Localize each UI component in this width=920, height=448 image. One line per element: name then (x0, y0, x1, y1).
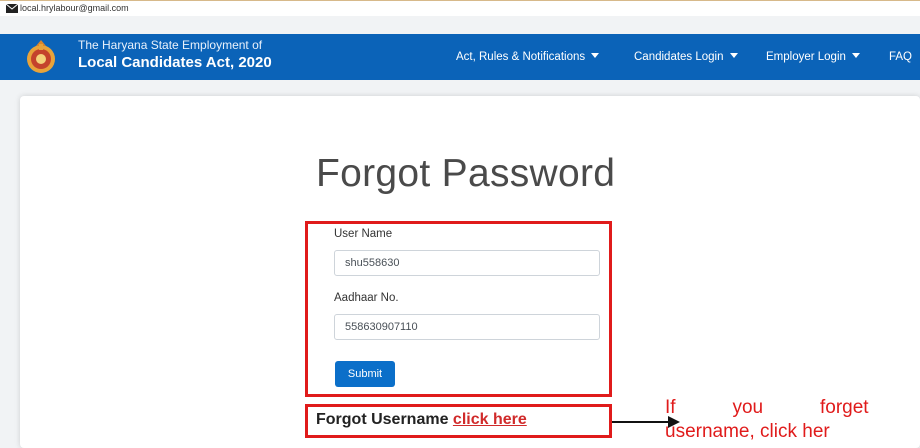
forgot-username-link[interactable]: click here (453, 411, 527, 428)
mail-icon (6, 4, 18, 13)
annotation-word: forget (819, 397, 869, 418)
nav-act-rules-dropdown[interactable]: Act, Rules & Notifications (456, 50, 600, 64)
haryana-emblem-logo[interactable] (22, 38, 60, 76)
chevron-down-icon (851, 53, 860, 58)
nav-employer-login-dropdown[interactable]: Employer Login (766, 50, 860, 64)
contact-email[interactable]: local.hrylabour@gmail.com (20, 2, 129, 14)
nav-candidates-login-dropdown[interactable]: Candidates Login (634, 50, 738, 64)
brand-title-line1: The Haryana State Employment of (78, 38, 263, 52)
nav-candidates-login-label: Candidates Login (634, 51, 724, 63)
annotation-word: you (732, 397, 764, 418)
annotation-line2: username, click her (665, 421, 830, 442)
brand-title-line2: Local Candidates Act, 2020 (78, 54, 272, 71)
top-contact-bar: local.hrylabour@gmail.com (0, 0, 920, 16)
aadhaar-label: Aadhaar No. (334, 292, 399, 304)
page-title: Forgot Password (316, 152, 616, 195)
chevron-down-icon (729, 53, 738, 58)
annotation-line1: If you forget y (665, 396, 920, 420)
nav-faq-link[interactable]: FAQ (889, 50, 912, 64)
nav-act-rules-label: Act, Rules & Notifications (456, 51, 586, 63)
nav-employer-login-label: Employer Login (766, 51, 846, 63)
annotation-word: If (665, 397, 676, 418)
chevron-down-icon (591, 53, 600, 58)
main-navbar: The Haryana State Employment of Local Ca… (0, 34, 920, 80)
aadhaar-input[interactable]: 558630907110 (334, 314, 600, 340)
forgot-username-text: Forgot Username click here (316, 410, 527, 430)
forgot-username-label: Forgot Username (316, 411, 449, 428)
username-label: User Name (334, 228, 393, 240)
annotation-callout: If you forget y username, click her (665, 396, 920, 444)
submit-button[interactable]: Submit (335, 361, 395, 387)
username-input[interactable]: shu558630 (334, 250, 600, 276)
